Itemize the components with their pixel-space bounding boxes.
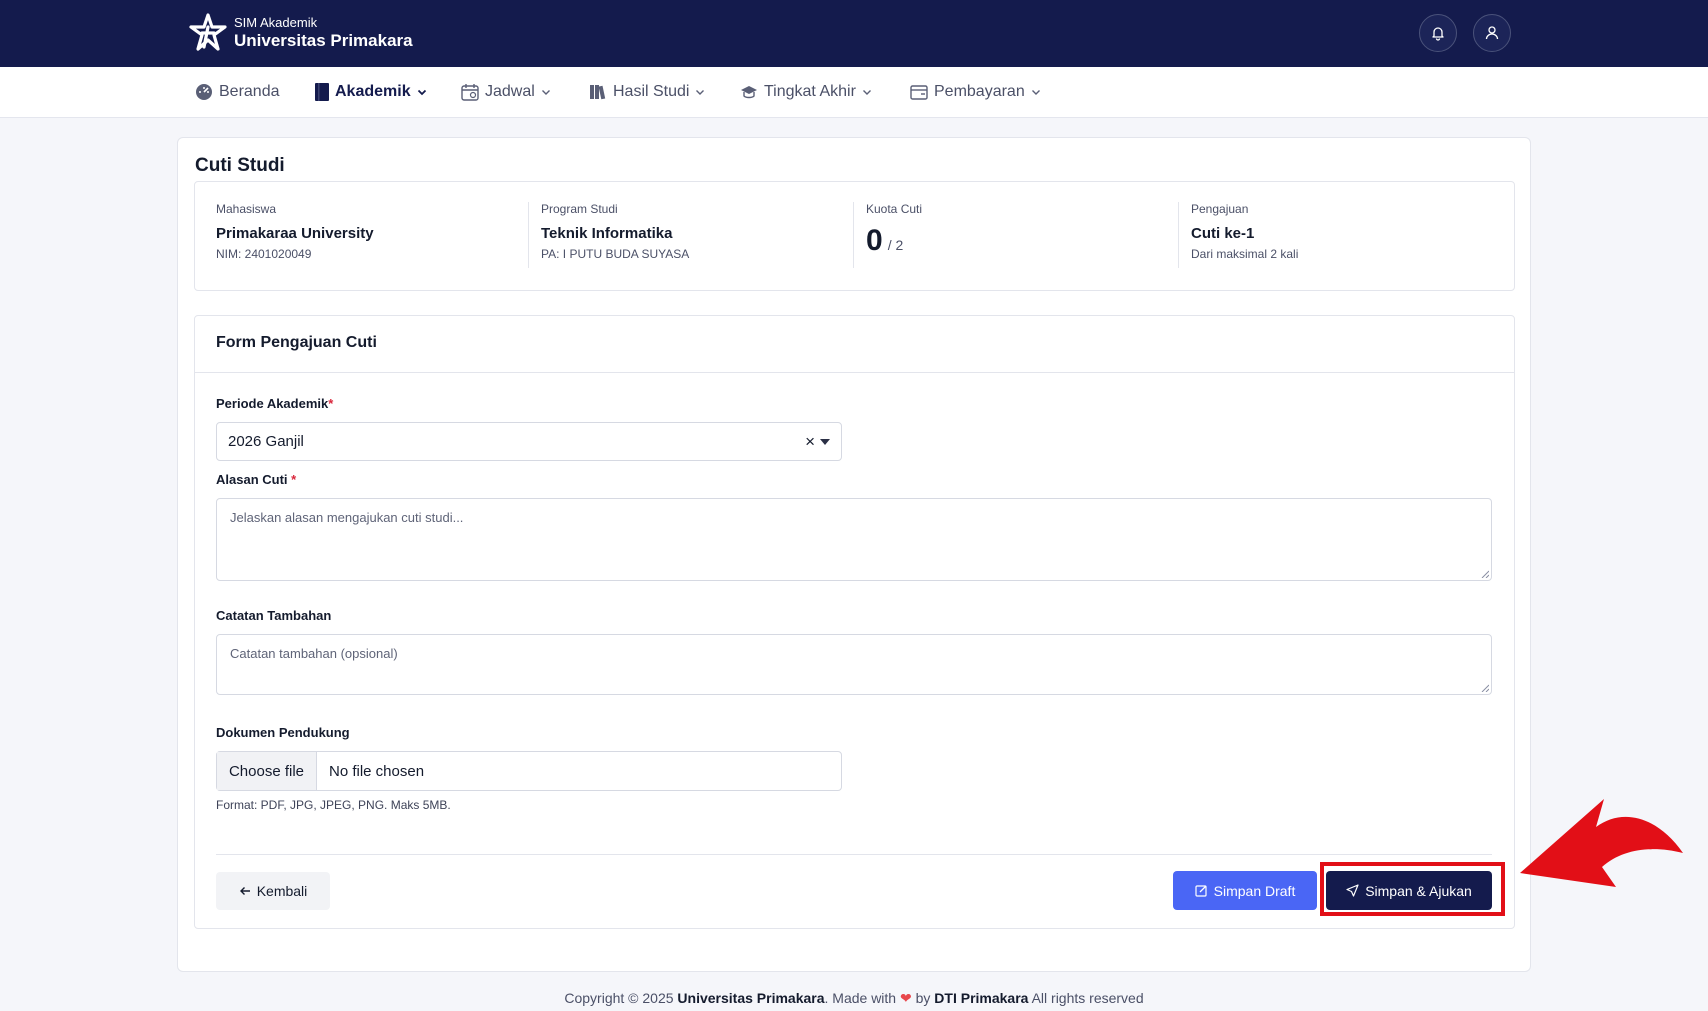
footer-made: . Made with [824, 990, 900, 1006]
divider [216, 854, 1492, 855]
dashboard-icon [196, 84, 212, 100]
reason-textarea[interactable]: Jelaskan alasan mengajukan cuti studi... [216, 498, 1492, 581]
form-header: Form Pengajuan Cuti [195, 316, 1514, 373]
save-draft-button[interactable]: Simpan Draft [1173, 871, 1317, 910]
top-bar: SIM Akademik Universitas Primakara [0, 0, 1708, 67]
nav-item-tingkat-akhir[interactable]: Tingkat Akhir [740, 81, 872, 103]
arrow-left-icon [239, 887, 250, 895]
period-label-text: Periode Akademik [216, 396, 329, 411]
chevron-down-icon [417, 89, 426, 96]
profile-button[interactable] [1473, 14, 1511, 52]
nav-label: Beranda [219, 83, 280, 100]
resize-handle-icon[interactable] [1481, 570, 1489, 578]
calendar-icon [461, 84, 479, 101]
submission-max: Dari maksimal 2 kali [1191, 247, 1299, 261]
book-icon [315, 83, 329, 101]
nav-label: Pembayaran [934, 83, 1025, 100]
leave-request-form: Form Pengajuan Cuti Periode Akademik* 20… [194, 315, 1515, 929]
footer-team: DTI Primakara [934, 990, 1029, 1006]
resize-handle-icon[interactable] [1481, 684, 1489, 692]
required-mark: * [291, 472, 297, 487]
reason-label-text: Alasan Cuti [216, 472, 288, 487]
file-status: No file chosen [329, 762, 425, 780]
period-label: Periode Akademik* [216, 396, 333, 411]
clear-selection-icon[interactable]: × [805, 432, 815, 452]
academic-advisor: PA: I PUTU BUDA SUYASA [541, 247, 690, 261]
nav-label: Jadwal [485, 83, 535, 100]
back-label: Kembali [256, 883, 308, 899]
nav-item-akademik[interactable]: Akademik [315, 81, 427, 103]
footer-by: by [911, 990, 935, 1006]
notifications-button[interactable] [1419, 14, 1457, 52]
chevron-down-icon [862, 90, 871, 95]
nav-label: Tingkat Akhir [764, 83, 856, 100]
nav-item-hasil-studi[interactable]: Hasil Studi [589, 81, 705, 103]
info-submission: Pengajuan Cuti ke-1 Dari maksimal 2 kali [1178, 202, 1490, 268]
page-title: Cuti Studi [195, 155, 285, 176]
info-program: Program Studi Teknik Informatika PA: I P… [528, 202, 840, 268]
annotation-arrow-icon [1520, 799, 1683, 887]
reason-placeholder: Jelaskan alasan mengajukan cuti studi... [230, 510, 464, 525]
notes-placeholder: Catatan tambahan (opsional) [230, 646, 398, 661]
chevron-down-icon [541, 90, 550, 95]
info-student: Mahasiswa Primakaraa University NIM: 240… [216, 202, 516, 268]
books-icon [590, 85, 606, 100]
quota-max: / 2 [887, 237, 904, 253]
chevron-down-icon [696, 90, 705, 95]
main-nav: Beranda Akademik Jadwal Hasil Studi Ting… [0, 67, 1708, 118]
annotation-highlight-box [1320, 862, 1505, 916]
footer-prefix: Copyright © 2025 [564, 990, 678, 1006]
student-info-panel: Mahasiswa Primakaraa University NIM: 240… [194, 181, 1515, 291]
brand-subtitle: SIM Akademik [234, 14, 318, 30]
edit-icon [1195, 885, 1207, 897]
primakara-logo-icon [189, 13, 227, 51]
info-label: Program Studi [541, 202, 618, 216]
submission-count: Cuti ke-1 [1191, 225, 1255, 242]
file-format-hint: Format: PDF, JPG, JPEG, PNG. Maks 5MB. [216, 798, 451, 812]
quota-used: 0 [866, 224, 883, 257]
period-select[interactable]: 2026 Ganjil × [216, 422, 842, 461]
reason-label: Alasan Cuti * [216, 472, 296, 487]
notes-label: Catatan Tambahan [216, 608, 332, 623]
info-label: Mahasiswa [216, 202, 277, 216]
graduation-cap-icon [741, 86, 757, 99]
info-label: Pengajuan [1191, 202, 1249, 216]
notes-textarea[interactable]: Catatan tambahan (opsional) [216, 634, 1492, 695]
footer-org: Universitas Primakara [677, 990, 825, 1006]
nav-item-beranda[interactable]: Beranda [195, 81, 280, 103]
required-mark: * [328, 396, 334, 411]
brand-title: Universitas Primakara [234, 30, 413, 50]
period-select-value: 2026 Ganjil [228, 433, 304, 450]
wallet-icon [910, 85, 928, 100]
student-name: Primakaraa University [216, 225, 374, 242]
user-icon [1485, 26, 1499, 40]
heart-icon: ❤ [899, 990, 912, 1006]
save-draft-label: Simpan Draft [1213, 882, 1296, 899]
main-card: Cuti Studi Mahasiswa Primakaraa Universi… [177, 137, 1531, 972]
choose-file-button[interactable]: Choose file [217, 752, 317, 790]
program-name: Teknik Informatika [541, 225, 673, 242]
document-label: Dokumen Pendukung [216, 725, 350, 740]
nav-label: Akademik [335, 83, 411, 100]
footer-suffix: All rights reserved [1028, 990, 1144, 1006]
form-title: Form Pengajuan Cuti [216, 334, 377, 351]
info-quota: Kuota Cuti 0 / 2 [853, 202, 1165, 268]
student-nim: NIM: 2401020049 [216, 247, 312, 261]
document-file-input[interactable]: Choose file No file chosen [216, 751, 842, 791]
back-button[interactable]: Kembali [216, 872, 330, 910]
caret-down-icon[interactable] [820, 439, 830, 445]
nav-item-jadwal[interactable]: Jadwal [461, 81, 551, 103]
nav-item-pembayaran[interactable]: Pembayaran [910, 81, 1041, 103]
nav-label: Hasil Studi [613, 83, 690, 100]
info-label: Kuota Cuti [866, 202, 923, 216]
bell-icon [1432, 27, 1444, 41]
brand[interactable]: SIM Akademik Universitas Primakara [188, 13, 413, 53]
chevron-down-icon [1031, 90, 1040, 95]
footer: Copyright © 2025 Universitas Primakara. … [0, 990, 1708, 1007]
